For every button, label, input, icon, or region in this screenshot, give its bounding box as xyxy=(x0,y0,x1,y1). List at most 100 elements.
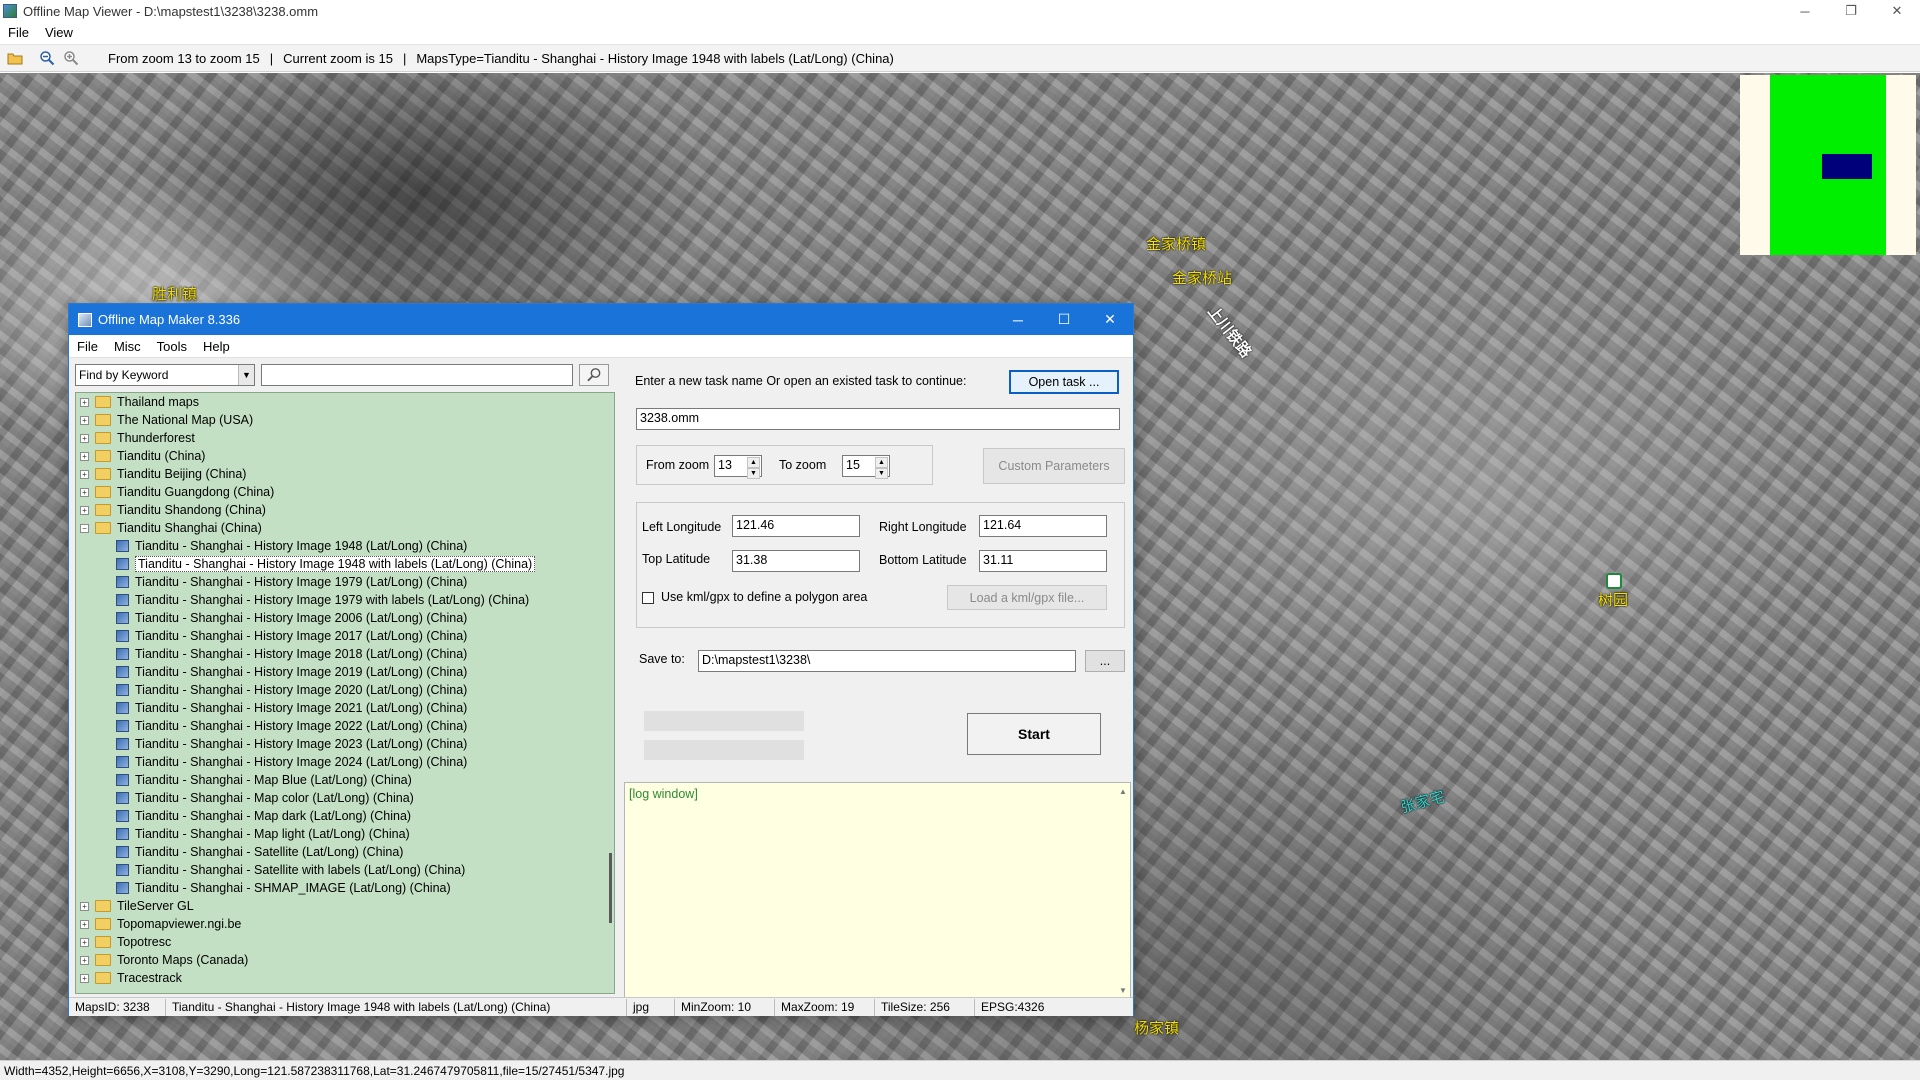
open-folder-icon[interactable] xyxy=(6,49,24,67)
from-zoom-stepper[interactable]: 13 ▲ ▼ xyxy=(714,455,762,479)
tree-map-item[interactable]: Tianditu - Shanghai - History Image 2024… xyxy=(116,753,467,771)
tree-map-item[interactable]: Tianditu - Shanghai - History Image 2018… xyxy=(116,645,467,663)
dialog-menu-misc[interactable]: Misc xyxy=(106,339,149,354)
bottom-latitude-input[interactable]: 31.11 xyxy=(979,550,1107,572)
collapse-icon[interactable]: − xyxy=(80,523,89,533)
expand-icon[interactable]: + xyxy=(80,397,89,407)
tree-map-item[interactable]: Tianditu - Shanghai - History Image 2020… xyxy=(116,681,467,699)
restore-button[interactable]: ❐ xyxy=(1828,0,1874,22)
dialog-minimize-button[interactable]: ─ xyxy=(995,304,1041,335)
tree-map-item[interactable]: Tianditu - Shanghai - Satellite with lab… xyxy=(116,861,465,879)
tree-map-item[interactable]: Tianditu - Shanghai - History Image 1979… xyxy=(116,573,467,591)
expand-icon[interactable]: + xyxy=(80,955,89,965)
menu-file[interactable]: File xyxy=(0,25,37,40)
custom-parameters-button[interactable]: Custom Parameters xyxy=(983,448,1125,484)
minimize-button[interactable]: ─ xyxy=(1782,0,1828,22)
expand-icon[interactable]: + xyxy=(80,451,89,461)
chevron-down-icon[interactable]: ▼ xyxy=(238,365,254,385)
tree-map-item[interactable]: Tianditu - Shanghai - History Image 1979… xyxy=(116,591,529,609)
tree-scrollbar-thumb[interactable] xyxy=(609,853,612,923)
stepper-arrows[interactable]: ▲ ▼ xyxy=(875,457,888,479)
tree-folder-item[interactable]: + Tianditu (China) xyxy=(80,447,205,465)
log-scrollbar[interactable]: ▲ ▼ xyxy=(1116,783,1130,999)
tree-folder-item[interactable]: + TileServer GL xyxy=(80,897,194,915)
tree-folder-item[interactable]: + The National Map (USA) xyxy=(80,411,253,429)
tree-folder-item[interactable]: + Tianditu Guangdong (China) xyxy=(80,483,274,501)
open-task-button[interactable]: Open task ... xyxy=(1009,370,1119,394)
scroll-down-icon[interactable]: ▼ xyxy=(1119,986,1127,995)
poi-marker-icon[interactable] xyxy=(1606,573,1622,589)
tree-item-label: TileServer GL xyxy=(117,899,194,913)
tree-map-item[interactable]: Tianditu - Shanghai - Map dark (Lat/Long… xyxy=(116,807,411,825)
kml-polygon-checkbox[interactable] xyxy=(642,592,654,604)
load-kml-button[interactable]: Load a kml/gpx file... xyxy=(947,585,1107,610)
stepper-arrows[interactable]: ▲ ▼ xyxy=(747,457,760,479)
top-latitude-input[interactable]: 31.38 xyxy=(732,550,860,572)
expand-icon[interactable]: + xyxy=(80,919,89,929)
dialog-menu-help[interactable]: Help xyxy=(195,339,238,354)
save-to-input[interactable]: D:\mapstest1\3238\ xyxy=(698,650,1076,672)
expand-icon[interactable]: + xyxy=(80,469,89,479)
folder-icon xyxy=(95,918,111,930)
to-zoom-label: To zoom xyxy=(779,458,827,472)
tree-map-item[interactable]: Tianditu - Shanghai - History Image 2021… xyxy=(116,699,467,717)
tree-map-item[interactable]: Tianditu - Shanghai - Map light (Lat/Lon… xyxy=(116,825,410,843)
folder-icon xyxy=(95,522,111,534)
dialog-menu-tools[interactable]: Tools xyxy=(149,339,195,354)
tree-map-item[interactable]: Tianditu - Shanghai - History Image 2017… xyxy=(116,627,467,645)
search-input[interactable] xyxy=(261,364,573,386)
dialog-menu-file[interactable]: File xyxy=(69,339,106,354)
right-longitude-input[interactable]: 121.64 xyxy=(979,515,1107,537)
tree-map-item[interactable]: Tianditu - Shanghai - History Image 2006… xyxy=(116,609,467,627)
tree-folder-item[interactable]: + Thailand maps xyxy=(80,393,199,411)
tree-map-item[interactable]: Tianditu - Shanghai - History Image 1948… xyxy=(116,537,467,555)
zoom-out-icon[interactable] xyxy=(38,49,56,67)
to-zoom-stepper[interactable]: 15 ▲ ▼ xyxy=(842,455,890,479)
dialog-close-button[interactable]: ✕ xyxy=(1087,304,1133,335)
scroll-up-icon[interactable]: ▲ xyxy=(1119,787,1127,796)
tree-map-item[interactable]: Tianditu - Shanghai - History Image 2022… xyxy=(116,717,467,735)
expand-icon[interactable]: + xyxy=(80,937,89,947)
tree-folder-item[interactable]: + Toronto Maps (Canada) xyxy=(80,951,248,969)
dialog-maximize-button[interactable]: ☐ xyxy=(1041,304,1087,335)
left-longitude-label: Left Longitude xyxy=(642,520,722,534)
left-longitude-input[interactable]: 121.46 xyxy=(732,515,860,537)
browse-button[interactable]: ... xyxy=(1085,650,1125,672)
folder-icon xyxy=(95,954,111,966)
tree-map-item[interactable]: Tianditu - Shanghai - Map color (Lat/Lon… xyxy=(116,789,414,807)
overview-viewport[interactable] xyxy=(1822,154,1872,179)
dialog-menu-bar: File Misc Tools Help xyxy=(69,335,1133,358)
tree-map-item[interactable]: Tianditu - Shanghai - History Image 2023… xyxy=(116,735,467,753)
expand-icon[interactable]: + xyxy=(80,973,89,983)
expand-icon[interactable]: + xyxy=(80,505,89,515)
expand-icon[interactable]: + xyxy=(80,487,89,497)
search-button[interactable] xyxy=(579,364,609,386)
tree-folder-item[interactable]: + Tracestrack xyxy=(80,969,182,987)
tree-map-item[interactable]: Tianditu - Shanghai - Map Blue (Lat/Long… xyxy=(116,771,412,789)
zoom-in-icon[interactable] xyxy=(62,49,80,67)
expand-icon[interactable]: + xyxy=(80,415,89,425)
tree-map-item[interactable]: Tianditu - Shanghai - SHMAP_IMAGE (Lat/L… xyxy=(116,879,451,897)
tree-map-item[interactable]: Tianditu - Shanghai - History Image 2019… xyxy=(116,663,467,681)
tree-folder-item[interactable]: + Tianditu Beijing (China) xyxy=(80,465,246,483)
tree-folder-item[interactable]: + Topotresc xyxy=(80,933,171,951)
maps-tree[interactable]: + Thailand maps + The National Map (USA) + Th… xyxy=(75,392,615,994)
tree-folder-item[interactable]: − Tianditu Shanghai (China) xyxy=(80,519,262,537)
search-mode-select[interactable]: Find by Keyword ▼ xyxy=(75,364,255,386)
task-name-input[interactable]: 3238.omm xyxy=(636,408,1120,430)
menu-view[interactable]: View xyxy=(37,25,81,40)
tree-map-item[interactable]: Tianditu - Shanghai - History Image 1948… xyxy=(116,555,536,573)
zoom-range-text: From zoom 13 to zoom 15 xyxy=(108,50,260,66)
tree-folder-item[interactable]: + Tianditu Shandong (China) xyxy=(80,501,266,519)
expand-icon[interactable]: + xyxy=(80,901,89,911)
folder-icon xyxy=(95,450,111,462)
overview-map[interactable] xyxy=(1740,75,1916,255)
close-button[interactable]: ✕ xyxy=(1874,0,1920,22)
tree-folder-item[interactable]: + Topomapviewer.ngi.be xyxy=(80,915,241,933)
log-window[interactable]: [log window] ▲ ▼ xyxy=(624,782,1131,1000)
tree-map-item[interactable]: Tianditu - Shanghai - Satellite (Lat/Lon… xyxy=(116,843,403,861)
save-to-label: Save to: xyxy=(639,652,685,666)
start-button[interactable]: Start xyxy=(967,713,1101,755)
expand-icon[interactable]: + xyxy=(80,433,89,443)
tree-folder-item[interactable]: + Thunderforest xyxy=(80,429,195,447)
